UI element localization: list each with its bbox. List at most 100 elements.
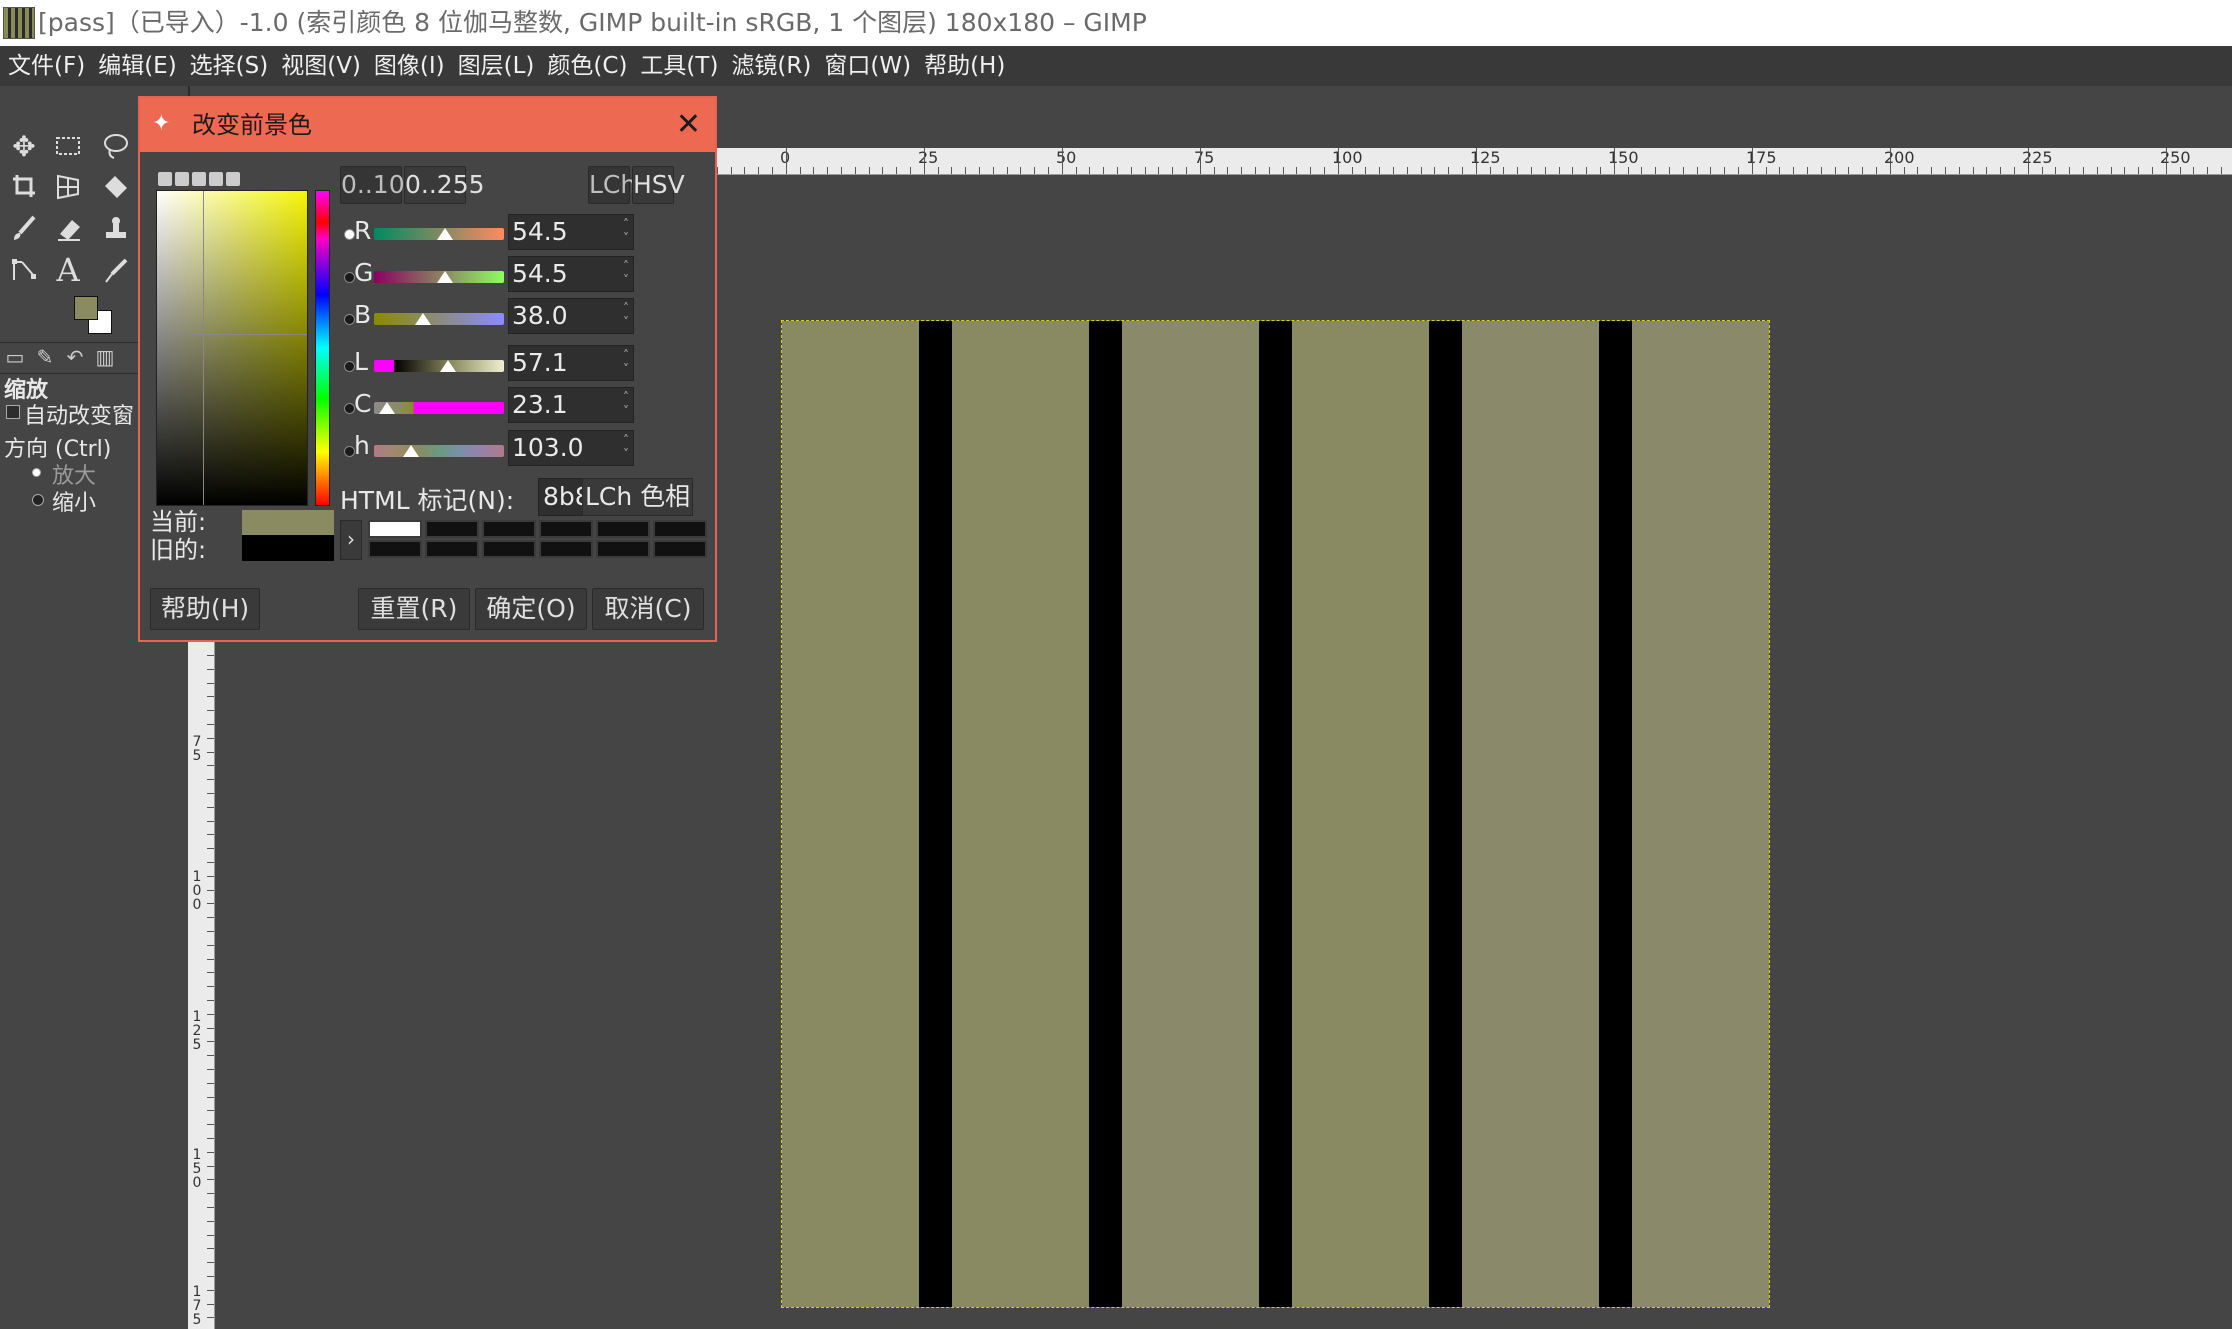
scale-0-255-button[interactable]: 0..255	[404, 166, 485, 204]
paintbrush-icon[interactable]	[4, 208, 44, 248]
html-notation-input[interactable]: 8b8b61	[538, 478, 584, 516]
zoom-out-radio[interactable]	[32, 494, 44, 506]
fg-bg-color-swatches[interactable]	[74, 296, 114, 336]
history-swatch[interactable]	[653, 540, 707, 558]
ruler-tick	[1531, 167, 1532, 174]
images-tab-icon[interactable]: ▥	[94, 346, 116, 368]
spin-arrows-icon[interactable]: ˄ ˅	[621, 301, 631, 329]
ruler-tick	[758, 167, 760, 174]
old-color-swatch[interactable]	[242, 535, 334, 561]
lch-model-button[interactable]: LCh	[588, 166, 636, 204]
channel-h-slider[interactable]	[374, 445, 504, 457]
reset-button[interactable]: 重置(R)	[358, 588, 470, 630]
dialog-titlebar[interactable]: ✦ 改变前景色 ✕	[140, 98, 715, 152]
device-status-tab-icon[interactable]: ✎	[34, 346, 56, 368]
undo-history-tab-icon[interactable]: ↶	[64, 346, 86, 368]
channel-b-value: 38.0	[512, 301, 568, 330]
ruler-tick	[1986, 167, 1988, 174]
lch-hue-button[interactable]: LCh 色相	[582, 478, 694, 516]
history-swatch[interactable]	[482, 540, 536, 558]
channel-c-spinbox[interactable]: 23.1 ˄ ˅	[508, 387, 634, 423]
close-icon[interactable]: ✕	[676, 98, 701, 152]
ruler-tick	[1917, 167, 1919, 174]
canvas-image[interactable]	[781, 320, 1770, 1308]
channel-g-slider-handle[interactable]	[436, 271, 453, 283]
channel-b-spinbox[interactable]: 38.0 ˄ ˅	[508, 298, 634, 334]
gimp-selector-icon[interactable]	[158, 172, 172, 186]
saturation-value-square[interactable]	[156, 190, 308, 506]
menu-image[interactable]: 图像(I)	[366, 46, 450, 86]
help-button[interactable]: 帮助(H)	[150, 588, 260, 630]
wheel-selector-icon[interactable]	[209, 172, 223, 186]
menu-windows[interactable]: 窗口(W)	[816, 46, 916, 86]
ruler-tick	[1627, 167, 1629, 174]
lasso-icon[interactable]	[96, 126, 136, 166]
foreground-color-swatch[interactable]	[74, 296, 98, 320]
spin-arrows-icon[interactable]: ˄ ˅	[621, 390, 631, 418]
cancel-button[interactable]: 取消(C)	[592, 588, 704, 630]
ruler-tick	[207, 1138, 214, 1139]
scale-0-100-button[interactable]: 0..100	[340, 166, 421, 204]
paths-icon[interactable]	[4, 250, 44, 290]
history-swatch[interactable]	[596, 540, 650, 558]
channel-b-slider-handle[interactable]	[415, 313, 432, 325]
history-swatch[interactable]	[596, 520, 650, 538]
menu-select[interactable]: 选择(S)	[182, 46, 274, 86]
color-selector-tabs[interactable]	[158, 171, 258, 187]
spin-arrows-icon[interactable]: ˄ ˅	[621, 259, 631, 287]
perspective-icon[interactable]	[48, 166, 88, 206]
history-swatch[interactable]	[368, 520, 422, 538]
spin-arrows-icon[interactable]: ˄ ˅	[621, 348, 631, 376]
menu-layer[interactable]: 图层(L)	[450, 46, 540, 86]
channel-r-spinbox[interactable]: 54.5 ˄ ˅	[508, 214, 634, 250]
menu-help[interactable]: 帮助(H)	[916, 46, 1010, 86]
history-swatch[interactable]	[539, 520, 593, 538]
eraser-icon[interactable]	[48, 208, 88, 248]
history-swatch[interactable]	[425, 520, 479, 538]
history-swatch[interactable]	[653, 520, 707, 538]
ruler-tick	[207, 655, 214, 656]
ruler-tick	[1779, 167, 1781, 174]
watercolor-selector-icon[interactable]	[226, 172, 240, 186]
channel-b-slider[interactable]	[374, 313, 504, 325]
rect-select-icon[interactable]	[48, 126, 88, 166]
history-swatch[interactable]	[482, 520, 536, 538]
history-swatch[interactable]	[539, 540, 593, 558]
hsv-model-button[interactable]: HSV	[632, 166, 685, 204]
menu-file[interactable]: 文件(F)	[0, 46, 90, 86]
auto-resize-checkbox[interactable]	[6, 405, 20, 419]
history-swatch[interactable]	[368, 540, 422, 558]
history-swatch[interactable]	[425, 540, 479, 558]
menu-filters[interactable]: 滤镜(R)	[723, 46, 816, 86]
channel-h-spinbox[interactable]: 103.0 ˄ ˅	[508, 430, 634, 466]
ruler-tick	[207, 1289, 214, 1291]
move-icon[interactable]: ✥	[4, 126, 44, 166]
channel-r-slider-handle[interactable]	[436, 228, 453, 240]
triangle-selector-icon[interactable]	[192, 172, 206, 186]
add-to-history-button[interactable]: ›	[340, 520, 362, 560]
menu-edit[interactable]: 编辑(E)	[90, 46, 181, 86]
spin-arrows-icon[interactable]: ˄ ˅	[621, 217, 631, 245]
color-picker-icon[interactable]	[96, 250, 136, 290]
spin-arrows-icon[interactable]: ˄ ˅	[621, 433, 631, 461]
text-icon[interactable]: A	[48, 250, 88, 290]
channel-g-spinbox[interactable]: 54.5 ˄ ˅	[508, 256, 634, 292]
channel-l-slider-handle[interactable]	[440, 360, 457, 372]
channel-l-spinbox[interactable]: 57.1 ˄ ˅	[508, 345, 634, 381]
ruler-tick	[1958, 167, 1960, 174]
tool-options-tab-icon[interactable]: ▭	[4, 346, 26, 368]
menu-tools[interactable]: 工具(T)	[632, 46, 723, 86]
ok-button[interactable]: 确定(O)	[475, 588, 587, 630]
channel-c-slider-handle[interactable]	[379, 402, 395, 414]
channel-h-slider-handle[interactable]	[403, 445, 420, 457]
menu-colors[interactable]: 颜色(C)	[539, 46, 632, 86]
clone-icon[interactable]	[96, 208, 136, 248]
menu-view[interactable]: 视图(V)	[273, 46, 366, 86]
ruler-label-200: 200	[1884, 148, 1915, 167]
bucket-fill-icon[interactable]	[96, 166, 136, 206]
channel-l-slider[interactable]	[374, 360, 504, 372]
cmyk-selector-icon[interactable]	[175, 172, 189, 186]
crop-icon[interactable]	[4, 166, 44, 206]
zoom-in-radio[interactable]	[32, 468, 41, 477]
hue-strip[interactable]	[315, 190, 330, 506]
